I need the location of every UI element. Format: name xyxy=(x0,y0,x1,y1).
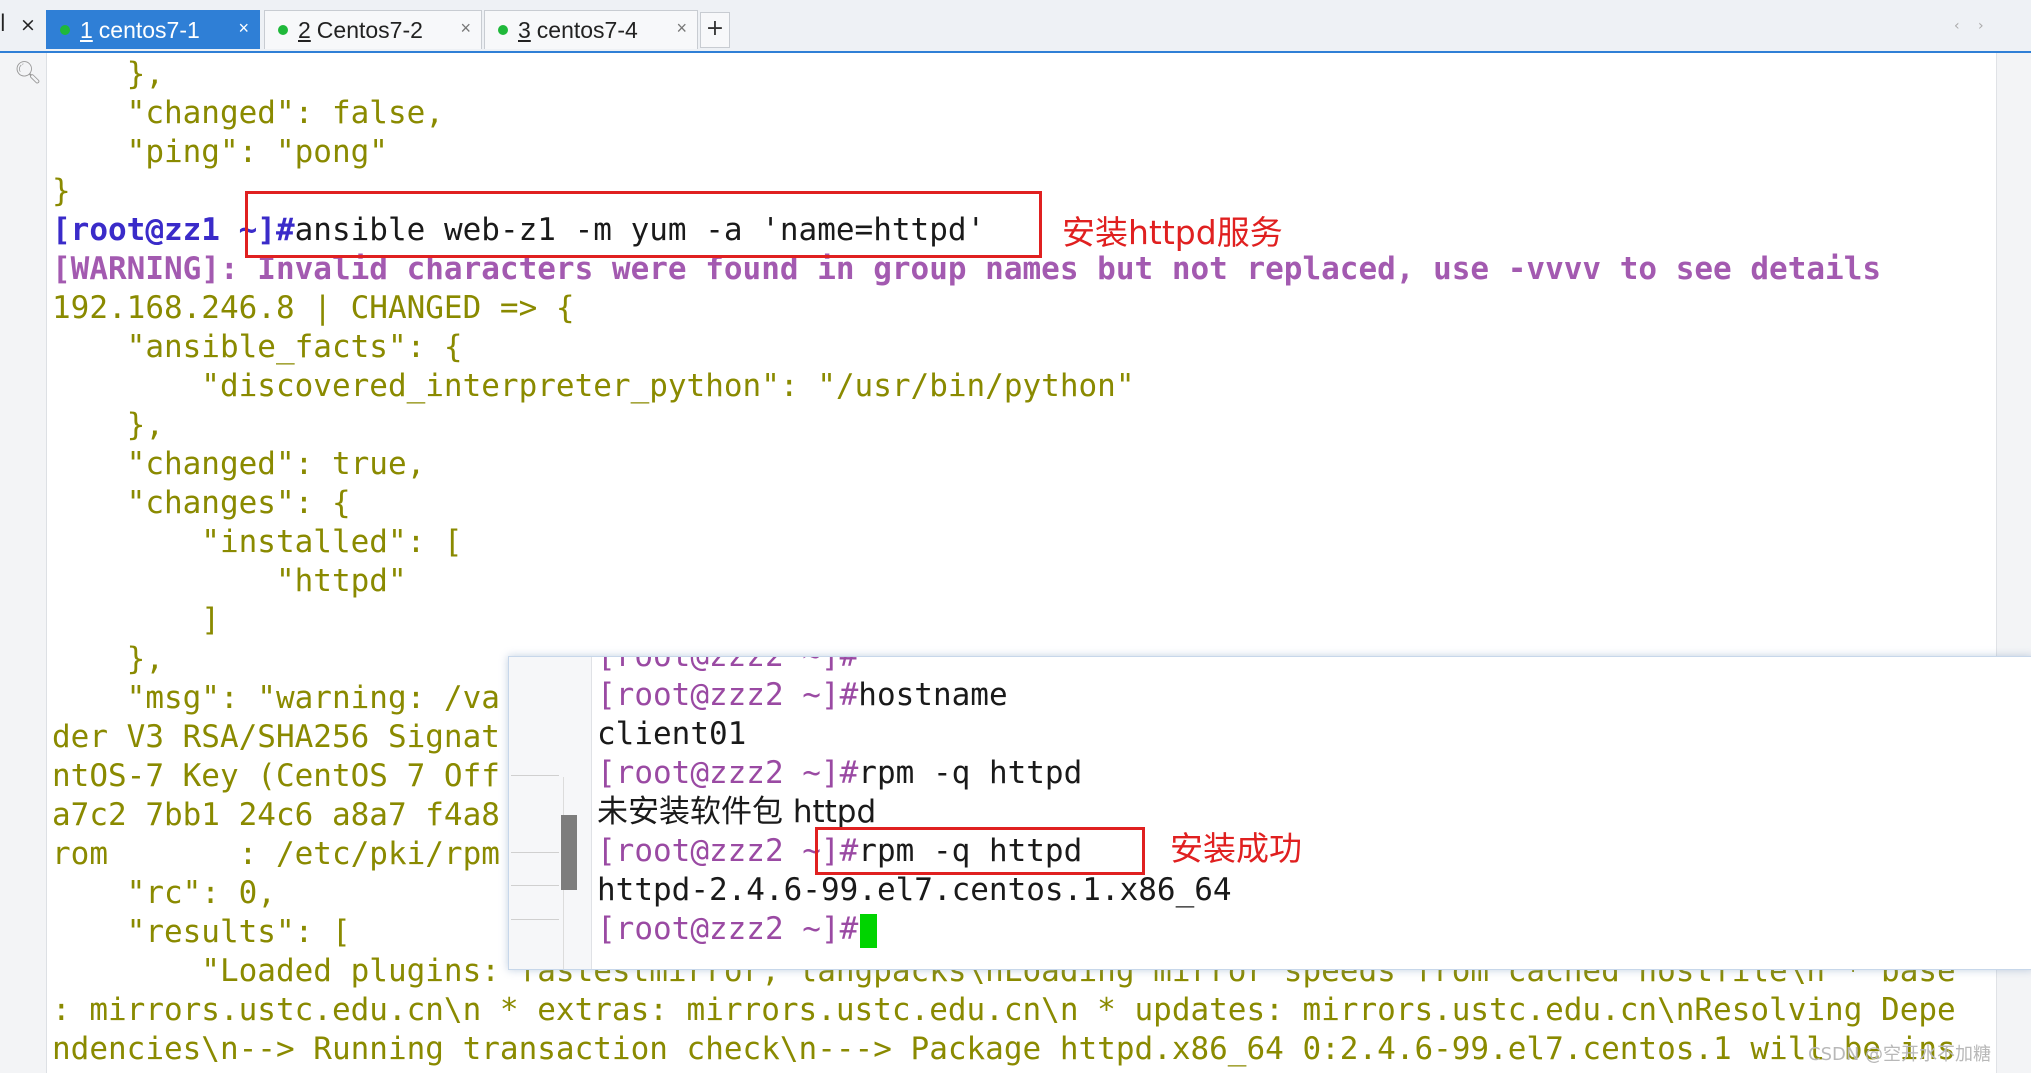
tab-label: Centos7-2 xyxy=(316,16,423,43)
result-highlight-box xyxy=(815,827,1145,875)
terminal-line: "results": [ xyxy=(52,914,351,950)
tab-next-icon[interactable]: › xyxy=(1978,18,1984,34)
terminal-line: ndencies\n--> Running transaction check\… xyxy=(52,1031,1956,1067)
tab-centos7-2[interactable]: 2 Centos7-2 × xyxy=(264,10,482,49)
watermark: CSDN @空开水不加糖 xyxy=(1808,1044,1992,1065)
tab-number: 2 xyxy=(298,16,311,43)
command-highlight-box xyxy=(245,191,1042,258)
add-tab-button[interactable]: + xyxy=(700,12,730,48)
terminal-line: "ping": "pong" xyxy=(52,134,388,170)
tab-bar: ꟾ × 1 centos7-1 × 2 Centos7-2 × 3 centos… xyxy=(0,0,2031,53)
terminal-line: ] xyxy=(52,602,220,638)
terminal-line: } xyxy=(52,173,71,209)
close-tab-icon[interactable]: × xyxy=(676,18,687,39)
shell-command: rpm -q httpd xyxy=(858,755,1083,791)
tab-number: 3 xyxy=(518,16,531,43)
overlay-command-line: [root@zzz2 ~]#hostname xyxy=(597,676,1008,715)
overlay-side-panel xyxy=(509,657,592,969)
terminal-line: "discovered_interpreter_python": "/usr/b… xyxy=(52,368,1135,404)
terminal-line: a7c2 7bb1 24c6 a8a7 f4a8 xyxy=(52,797,500,833)
close-panel-icon[interactable]: × xyxy=(20,14,36,36)
close-tab-icon[interactable]: × xyxy=(238,18,249,39)
terminal-line: "msg": "warning: /va xyxy=(52,680,500,716)
terminal-line: "changed": true, xyxy=(52,446,426,482)
terminal-line: rom : /etc/pki/rpm xyxy=(52,836,500,872)
tab-centos7-4[interactable]: 3 centos7-4 × xyxy=(484,10,698,49)
overlay-scroll-thumb[interactable] xyxy=(561,815,577,890)
tab-label: centos7-1 xyxy=(98,16,200,43)
overlay-command-line: [root@zzz2 ~]#rpm -q httpd xyxy=(597,754,1082,793)
connected-status-icon xyxy=(60,25,70,35)
tab-prev-icon[interactable]: ‹ xyxy=(1954,18,1960,34)
tab-number: 1 xyxy=(80,16,93,43)
close-tab-icon[interactable]: × xyxy=(460,18,471,39)
overlay-command-line[interactable]: [root@zzz2 ~]# xyxy=(597,910,878,949)
overlay-output-line: client01 xyxy=(597,716,747,752)
terminal-line: "rc": 0, xyxy=(52,875,276,911)
terminal-line: }, xyxy=(52,641,164,677)
terminal-cursor xyxy=(860,913,878,948)
shell-prompt: [root@zzz2 ~]# xyxy=(597,677,859,713)
install-annotation-label: 安装httpd服务 xyxy=(1062,213,1283,252)
terminal-line: "changes": { xyxy=(52,485,351,521)
connected-status-icon xyxy=(498,25,508,35)
success-annotation-label: 安装成功 xyxy=(1170,829,1302,868)
session-side-panel: 🔍︎ xyxy=(0,53,47,1073)
tab-label: centos7-4 xyxy=(536,16,638,43)
terminal-line: "ansible_facts": { xyxy=(52,329,463,365)
shell-prompt: [root@zzz2 ~]# xyxy=(597,911,859,947)
client-terminal-screenshot: [root@zzz2 ~]# [root@zzz2 ~]#hostname cl… xyxy=(508,656,2031,970)
terminal-line: "httpd" xyxy=(52,563,407,599)
terminal-line: }, xyxy=(52,56,164,92)
pin-icon[interactable]: ꟾ xyxy=(0,14,6,36)
overlay-output-line: httpd-2.4.6-99.el7.centos.1.x86_64 xyxy=(597,872,1232,908)
terminal-line: : mirrors.ustc.edu.cn\n * extras: mirror… xyxy=(52,992,1956,1028)
overlay-cut-line: [root@zzz2 ~]# xyxy=(597,656,859,674)
shell-command: hostname xyxy=(858,677,1008,713)
terminal-line: 192.168.246.8 | CHANGED => { xyxy=(52,290,575,326)
connected-status-icon xyxy=(278,25,288,35)
shell-prompt: [root@zzz2 ~]# xyxy=(597,755,859,791)
terminal-line: }, xyxy=(52,407,164,443)
terminal-line: "changed": false, xyxy=(52,95,444,131)
terminal-line: der V3 RSA/SHA256 Signat xyxy=(52,719,500,755)
terminal-line: "installed": [ xyxy=(52,524,463,560)
tab-centos7-1[interactable]: 1 centos7-1 × xyxy=(46,10,260,49)
search-icon[interactable]: 🔍︎ xyxy=(14,61,42,86)
terminal-line: ntOS-7 Key (CentOS 7 Off xyxy=(52,758,500,794)
